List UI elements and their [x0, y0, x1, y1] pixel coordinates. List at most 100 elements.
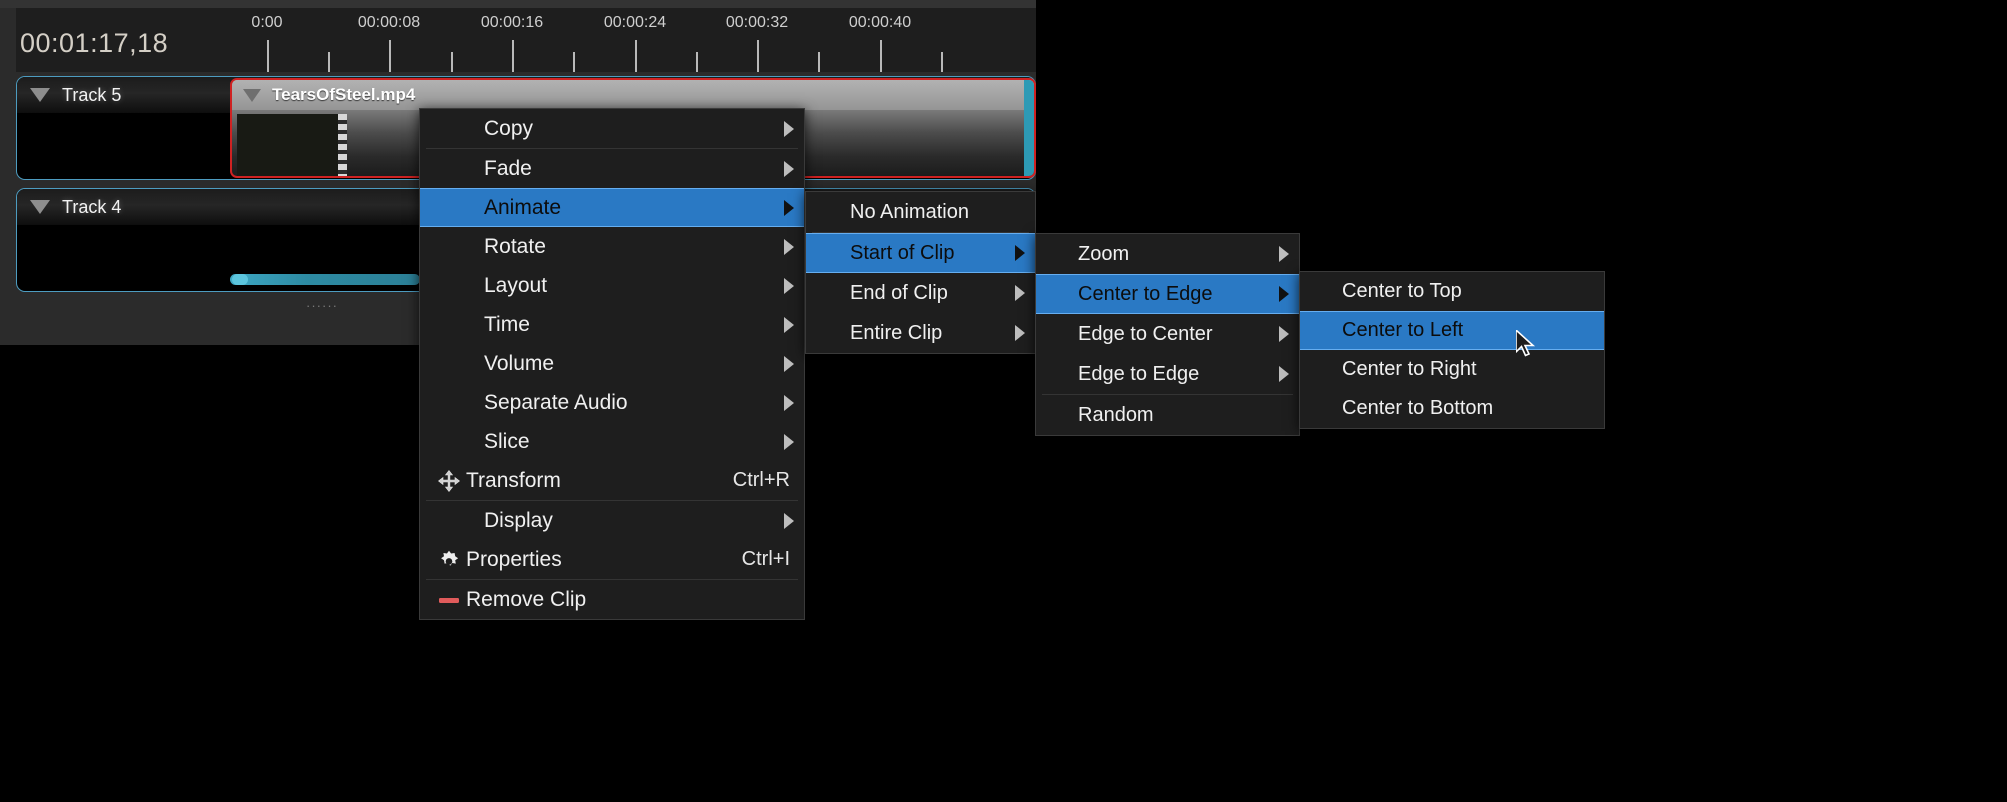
menu-item-rotate[interactable]: Rotate [420, 227, 804, 266]
submenu-arrow-icon [784, 239, 794, 255]
menu-item-center-to-left[interactable]: Center to Left [1300, 311, 1604, 350]
menu-item-label: End of Clip [850, 282, 1021, 305]
gear-icon [436, 547, 462, 573]
submenu-arrow-icon [1279, 326, 1289, 342]
menu-item-center-to-top[interactable]: Center to Top [1300, 272, 1604, 311]
submenu-arrow-icon [784, 200, 794, 216]
submenu-arrow-icon [1279, 366, 1289, 382]
track-4-progress-bar[interactable] [230, 274, 420, 285]
no-icon [436, 273, 462, 299]
ruler-minor-tick [941, 52, 943, 72]
submenu-arrow-icon [784, 121, 794, 137]
submenu-arrow-icon [1279, 286, 1289, 302]
menu-item-zoom[interactable]: Zoom [1036, 234, 1299, 274]
track-label: Track 5 [62, 85, 121, 106]
ruler-major-tick [512, 40, 514, 72]
menu-item-center-to-right[interactable]: Center to Right [1300, 350, 1604, 389]
no-icon [436, 116, 462, 142]
menu-item-label: Random [1078, 404, 1285, 427]
ruler-top-strip [0, 0, 1036, 8]
menu-item-start-of-clip[interactable]: Start of Clip [806, 233, 1035, 273]
ruler-tick-label: 0:00 [251, 14, 282, 32]
move-arrows-icon [436, 468, 462, 494]
clip-title-row: TearsOfSteel.mp4 [232, 80, 1034, 110]
ruler-minor-tick [696, 52, 698, 72]
lower-left-background [0, 345, 420, 802]
menu-item-no-animation[interactable]: No Animation [806, 192, 1035, 232]
menu-item-remove-clip[interactable]: Remove Clip [420, 580, 804, 619]
animate-submenu[interactable]: No Animation Start of Clip End of Clip Enti… [805, 191, 1036, 354]
chevron-down-icon[interactable] [240, 83, 264, 107]
menu-item-fade[interactable]: Fade [420, 149, 804, 188]
menu-item-label: Transform [466, 469, 699, 493]
no-icon [436, 195, 462, 221]
menu-item-properties[interactable]: PropertiesCtrl+I [420, 540, 804, 579]
start-of-clip-submenu[interactable]: Zoom Center to Edge Edge to Center Edge to … [1035, 233, 1300, 436]
ruler-tick-label: 00:00:24 [604, 14, 666, 32]
track-label: Track 4 [62, 197, 121, 218]
menu-item-volume[interactable]: Volume [420, 344, 804, 383]
ruler-major-tick [389, 40, 391, 72]
menu-item-separate-audio[interactable]: Separate Audio [420, 383, 804, 422]
menu-item-label: Center to Edge [1078, 283, 1285, 306]
menu-item-label: Remove Clip [466, 588, 790, 612]
submenu-arrow-icon [1279, 246, 1289, 262]
no-icon [436, 390, 462, 416]
no-icon [436, 429, 462, 455]
chevron-down-icon[interactable] [27, 194, 53, 220]
submenu-arrow-icon [1015, 285, 1025, 301]
ruler-minor-tick [451, 52, 453, 72]
menu-item-shortcut: Ctrl+I [742, 548, 790, 571]
ruler-major-tick [267, 40, 269, 72]
menu-item-random[interactable]: Random [1036, 395, 1299, 435]
menu-item-time[interactable]: Time [420, 305, 804, 344]
remove-icon [436, 587, 462, 613]
submenu-arrow-icon [784, 278, 794, 294]
submenu-arrow-icon [784, 161, 794, 177]
timeline-ruler[interactable]: 0:0000:00:0800:00:1600:00:2400:00:3200:0… [16, 8, 1036, 72]
ruler-tick-label: 00:00:08 [358, 14, 420, 32]
menu-item-label: Edge to Center [1078, 323, 1285, 346]
ruler-minor-tick [818, 52, 820, 72]
ruler-tick-label: 00:00:16 [481, 14, 543, 32]
menu-item-label: Slice [466, 430, 790, 454]
menu-item-label: Center to Bottom [1342, 397, 1590, 420]
menu-item-transform[interactable]: TransformCtrl+R [420, 461, 804, 500]
menu-item-edge-to-edge[interactable]: Edge to Edge [1036, 354, 1299, 394]
menu-item-animate[interactable]: Animate [420, 188, 804, 227]
no-icon [436, 156, 462, 182]
clip-thumbnail [237, 114, 347, 178]
no-icon [436, 312, 462, 338]
menu-item-entire-clip[interactable]: Entire Clip [806, 313, 1035, 353]
menu-item-center-to-bottom[interactable]: Center to Bottom [1300, 389, 1604, 428]
menu-item-edge-to-center[interactable]: Edge to Center [1036, 314, 1299, 354]
menu-item-slice[interactable]: Slice [420, 422, 804, 461]
ruler-major-tick [880, 40, 882, 72]
submenu-arrow-icon [784, 356, 794, 372]
chevron-down-icon[interactable] [27, 82, 53, 108]
menu-item-layout[interactable]: Layout [420, 266, 804, 305]
menu-item-label: Entire Clip [850, 322, 1021, 345]
menu-item-label: Layout [466, 274, 790, 298]
menu-item-label: Edge to Edge [1078, 363, 1285, 386]
menu-item-label: Copy [466, 117, 790, 141]
submenu-arrow-icon [1015, 325, 1025, 341]
menu-item-label: Center to Top [1342, 280, 1590, 303]
center-to-edge-submenu[interactable]: Center to Top Center to Left Center to Rig… [1299, 271, 1605, 429]
ruler-tick-label: 00:00:32 [726, 14, 788, 32]
clip-filename: TearsOfSteel.mp4 [272, 85, 415, 105]
menu-item-center-to-edge[interactable]: Center to Edge [1036, 274, 1299, 314]
menu-item-label: Center to Right [1342, 358, 1590, 381]
ruler-minor-tick [573, 52, 575, 72]
menu-item-end-of-clip[interactable]: End of Clip [806, 273, 1035, 313]
menu-item-copy[interactable]: Copy [420, 109, 804, 148]
panel-drag-handle[interactable]: ······ [306, 298, 338, 313]
clip-right-handle[interactable] [1024, 80, 1034, 176]
clip-context-menu[interactable]: Copy FadeAnimateRotate Layout TimeVolumeSep… [419, 108, 805, 620]
menu-item-label: Start of Clip [850, 242, 1021, 265]
submenu-arrow-icon [784, 317, 794, 333]
submenu-arrow-icon [784, 395, 794, 411]
track-4-progress-knob[interactable] [232, 274, 248, 285]
menu-item-display[interactable]: Display [420, 501, 804, 540]
no-icon [436, 508, 462, 534]
